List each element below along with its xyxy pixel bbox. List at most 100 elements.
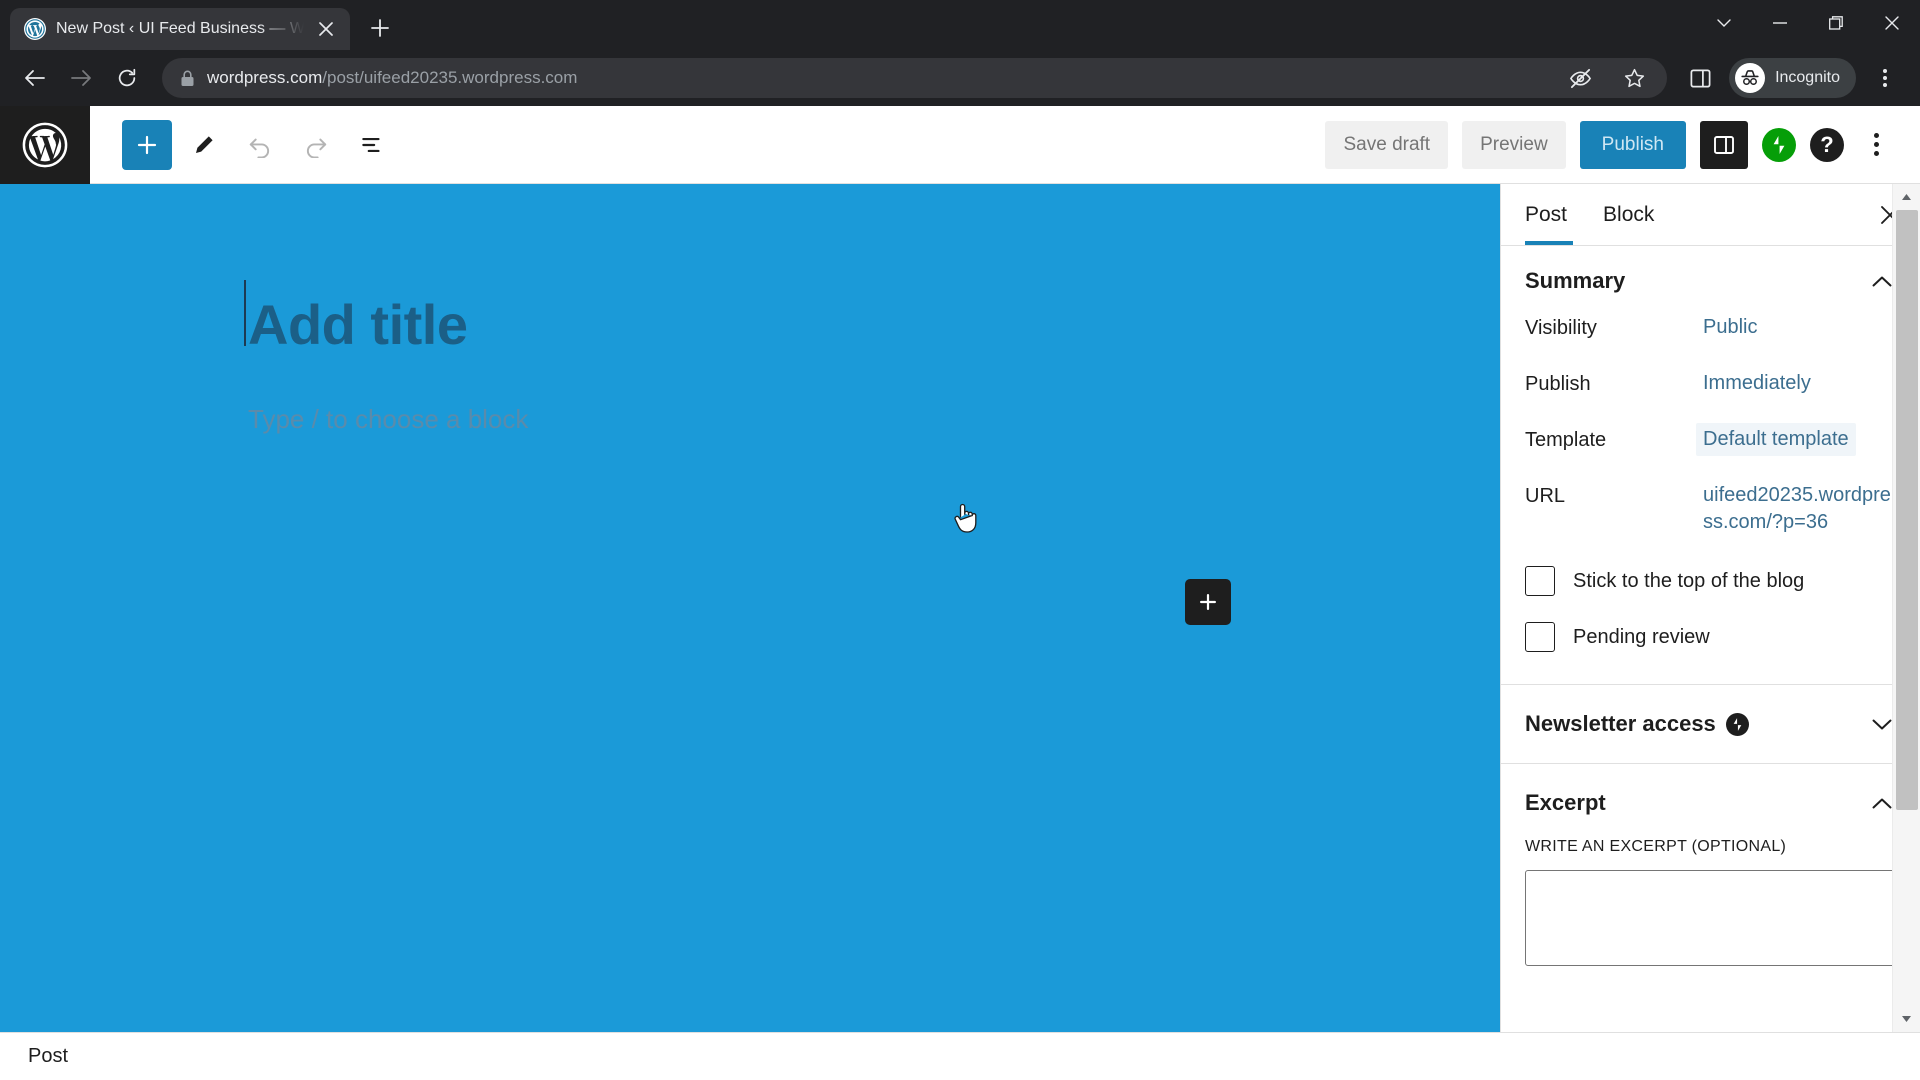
incognito-badge[interactable]: Incognito (1729, 58, 1856, 98)
editor-canvas[interactable]: Add title Type / to choose a block (0, 184, 1500, 1032)
publish-button[interactable]: Publish (1579, 120, 1686, 169)
forward-arrow-icon[interactable] (60, 57, 102, 99)
browser-toolbar: wordpress.com/post/uifeed20235.wordpress… (0, 50, 1920, 106)
url-path: /post/uifeed20235.wordpress.com (322, 68, 578, 87)
incognito-avatar-icon (1735, 63, 1766, 93)
panel-excerpt-header[interactable]: Excerpt (1501, 764, 1920, 838)
sidebar-panels: Summary Visibility Public Publish Immedi… (1501, 246, 1920, 1032)
window-controls (1696, 0, 1920, 46)
summary-label-visibility: Visibility (1525, 317, 1597, 339)
post-title-placeholder: Add title (248, 293, 468, 356)
scroll-up-arrow-icon[interactable] (1893, 184, 1920, 210)
panel-summary: Summary Visibility Public Publish Immedi… (1501, 246, 1920, 685)
maximize-icon[interactable] (1808, 0, 1864, 46)
browser-titlebar: New Post ‹ UI Feed Business — W (0, 0, 1920, 50)
incognito-label: Incognito (1775, 69, 1840, 86)
browser-tab[interactable]: New Post ‹ UI Feed Business — W (10, 8, 350, 50)
summary-label-template: Template (1525, 429, 1607, 451)
save-draft-button[interactable]: Save draft (1325, 120, 1449, 169)
pending-review-checkbox[interactable] (1525, 622, 1555, 652)
text-caret (244, 280, 246, 346)
chevron-up-icon[interactable] (1872, 797, 1892, 810)
status-bar-text: Post (28, 1045, 69, 1067)
post-title-field[interactable]: Add title (244, 280, 468, 356)
editor-header: Save draft Preview Publish ? (0, 105, 1920, 184)
bookmark-star-icon[interactable] (1615, 59, 1653, 97)
pointer-hand-cursor (952, 502, 978, 536)
back-arrow-icon[interactable] (14, 57, 56, 99)
editor-status-bar: Post (0, 1032, 1920, 1080)
panel-excerpt-title: Excerpt (1525, 790, 1606, 815)
tracking-protection-eye-off-icon[interactable] (1561, 59, 1599, 97)
url-domain: wordpress.com (207, 68, 323, 87)
close-window-icon[interactable] (1864, 0, 1920, 46)
sticky-checkbox-label: Stick to the top of the blog (1573, 569, 1805, 592)
chevron-down-icon[interactable] (1872, 718, 1892, 731)
address-bar[interactable]: wordpress.com/post/uifeed20235.wordpress… (162, 58, 1668, 98)
checkbox-row-sticky[interactable]: Stick to the top of the blog (1525, 566, 1896, 596)
sticky-checkbox[interactable] (1525, 566, 1555, 596)
tabstrip: New Post ‹ UI Feed Business — W (0, 0, 400, 50)
sidebar-scrollbar[interactable] (1892, 184, 1920, 1032)
editor-right-toolbar: Save draft Preview Publish ? (1325, 120, 1920, 169)
summary-label-publish: Publish (1525, 373, 1591, 395)
redo-button[interactable] (292, 121, 340, 169)
post-settings-sidebar: Post Block Summary Visibility Public Pub… (1500, 184, 1920, 1032)
sidebar-tablist: Post Block (1501, 184, 1920, 246)
document-overview-button[interactable] (348, 121, 396, 169)
summary-row-template: Template Default template (1525, 423, 1896, 460)
panel-summary-header[interactable]: Summary (1501, 246, 1920, 314)
chevron-up-icon[interactable] (1872, 275, 1892, 288)
summary-value-template[interactable]: Default template (1696, 423, 1856, 456)
minimize-icon[interactable] (1752, 0, 1808, 46)
preview-button[interactable]: Preview (1462, 120, 1566, 169)
tab-title: New Post ‹ UI Feed Business — W (56, 20, 304, 37)
excerpt-textarea[interactable] (1525, 870, 1896, 966)
tab-close-icon[interactable] (314, 17, 338, 41)
wordpress-editor: Save draft Preview Publish ? Add title T… (0, 105, 1920, 1080)
summary-value-publish[interactable]: Immediately (1703, 370, 1811, 397)
summary-value-visibility[interactable]: Public (1703, 314, 1757, 341)
jetpack-icon[interactable] (1762, 127, 1796, 162)
panel-summary-body: Visibility Public Publish Immediately Te… (1501, 314, 1920, 684)
summary-value-url[interactable]: uifeed20235.wordpress.com/?p=36 (1703, 482, 1896, 536)
checkbox-row-pending-review[interactable]: Pending review (1525, 622, 1896, 652)
new-tab-button[interactable] (360, 8, 400, 48)
summary-row-visibility: Visibility Public (1525, 314, 1896, 348)
summary-row-publish: Publish Immediately (1525, 370, 1896, 404)
address-bar-text: wordpress.com/post/uifeed20235.wordpress… (207, 68, 577, 88)
inline-block-inserter-button[interactable] (1185, 579, 1231, 625)
scrollbar-thumb[interactable] (1895, 210, 1918, 810)
wordpress-logo-icon[interactable] (0, 105, 90, 184)
add-block-button[interactable] (122, 119, 172, 170)
pending-review-checkbox-label: Pending review (1573, 625, 1710, 648)
panel-summary-title: Summary (1525, 268, 1626, 293)
excerpt-field-label: WRITE AN EXCERPT (OPTIONAL) (1525, 838, 1787, 855)
scroll-down-arrow-icon[interactable] (1893, 1006, 1920, 1032)
tab-search-chevron-icon[interactable] (1696, 0, 1752, 46)
panel-excerpt-body: WRITE AN EXCERPT (OPTIONAL) (1501, 838, 1920, 997)
summary-row-url: URL uifeed20235.wordpress.com/?p=36 (1525, 482, 1896, 536)
editor-left-toolbar (90, 119, 396, 170)
panel-newsletter-access: Newsletter access (1501, 685, 1920, 764)
canvas-content: Add title Type / to choose a block (0, 184, 1500, 435)
undo-button[interactable] (236, 121, 284, 169)
editor-options-kebab-icon[interactable] (1858, 123, 1894, 167)
reload-icon[interactable] (106, 57, 148, 99)
default-block-placeholder[interactable]: Type / to choose a block (248, 404, 1500, 435)
omnibox-actions (1561, 59, 1653, 97)
help-icon[interactable]: ? (1810, 127, 1844, 162)
panel-excerpt: Excerpt WRITE AN EXCERPT (OPTIONAL) (1501, 764, 1920, 997)
summary-label-url: URL (1525, 485, 1566, 507)
edit-tool-button[interactable] (180, 121, 228, 169)
tab-post[interactable]: Post (1525, 184, 1587, 245)
browser-menu-kebab-icon[interactable] (1864, 57, 1906, 99)
panel-newsletter-title: Newsletter access (1525, 711, 1716, 736)
editor-body: Add title Type / to choose a block Post … (0, 184, 1920, 1032)
panel-newsletter-header[interactable]: Newsletter access (1501, 685, 1920, 763)
tab-block[interactable]: Block (1587, 184, 1670, 245)
settings-sidebar-toggle-icon[interactable] (1700, 120, 1748, 169)
jetpack-icon (1725, 712, 1749, 736)
side-panel-icon[interactable] (1681, 59, 1719, 97)
lock-icon (180, 70, 195, 87)
